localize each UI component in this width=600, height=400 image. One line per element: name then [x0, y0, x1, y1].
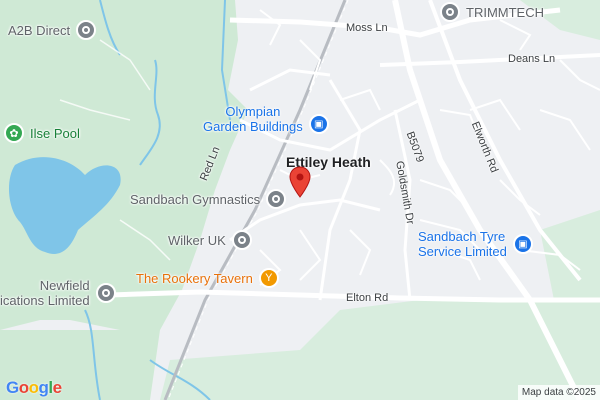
- logo-letter: g: [38, 378, 49, 397]
- logo-letter: o: [28, 378, 39, 397]
- poi-label: A2B Direct: [8, 22, 71, 38]
- poi-label-line2: Service Limited: [418, 244, 507, 259]
- road-label-deans-ln: Deans Ln: [508, 53, 556, 65]
- poi-label: The Rookery Tavern: [136, 270, 253, 286]
- poi-label: Ilse Pool: [30, 125, 80, 141]
- map-viewport[interactable]: Moss Ln Deans Ln B5079 Elworth Rd Red Ln…: [0, 0, 600, 400]
- poi-wilker-uk[interactable]: Wilker UK: [168, 230, 252, 250]
- poi-ilse-pool[interactable]: ✿ Ilse Pool: [4, 123, 80, 143]
- road-label-moss-ln: Moss Ln: [346, 22, 388, 34]
- shopping-bag-icon: ▣: [512, 234, 533, 254]
- road-label-elton-rd: Elton Rd: [346, 292, 389, 304]
- google-logo[interactable]: Google: [6, 378, 62, 398]
- poi-label-line1: Newfield: [39, 278, 90, 293]
- pin-icon: [76, 20, 97, 40]
- poi-label-line1: Olympian: [225, 104, 281, 119]
- poi-label-line1: Sandbach Tyre: [418, 229, 506, 244]
- poi-label: TRIMMTECH: [466, 4, 544, 20]
- poi-newfield-ications[interactable]: Newfield ications Limited: [0, 278, 116, 308]
- poi-sandbach-gymnastics[interactable]: Sandbach Gymnastics: [130, 189, 287, 209]
- poi-label: Sandbach Gymnastics: [130, 191, 261, 207]
- poi-a2b-direct[interactable]: A2B Direct: [8, 20, 97, 40]
- poi-trimmtech[interactable]: TRIMMTECH: [440, 2, 544, 22]
- pin-icon: [440, 2, 460, 22]
- poi-sandbach-tyre-service[interactable]: Sandbach Tyre Service Limited ▣: [418, 229, 533, 259]
- logo-letter: G: [6, 378, 19, 397]
- logo-letter: o: [18, 378, 29, 397]
- cocktail-icon: Y: [258, 268, 279, 288]
- logo-letter: e: [52, 378, 62, 397]
- pin-icon: [231, 230, 252, 250]
- red-marker-icon[interactable]: [289, 166, 311, 198]
- poi-label: Wilker UK: [168, 232, 226, 248]
- shopping-bag-icon: ▣: [308, 114, 329, 134]
- poi-olympian-garden-buildings[interactable]: Olympian Garden Buildings ▣: [203, 104, 329, 134]
- flower-icon: ✿: [4, 123, 24, 143]
- poi-label-line2: ications Limited: [0, 293, 90, 308]
- poi-the-rookery-tavern[interactable]: The Rookery Tavern Y: [136, 268, 279, 288]
- pin-icon: [95, 283, 116, 303]
- pin-icon: [266, 189, 287, 209]
- poi-label-line2: Garden Buildings: [203, 119, 303, 134]
- map-attribution[interactable]: Map data ©2025: [517, 385, 600, 400]
